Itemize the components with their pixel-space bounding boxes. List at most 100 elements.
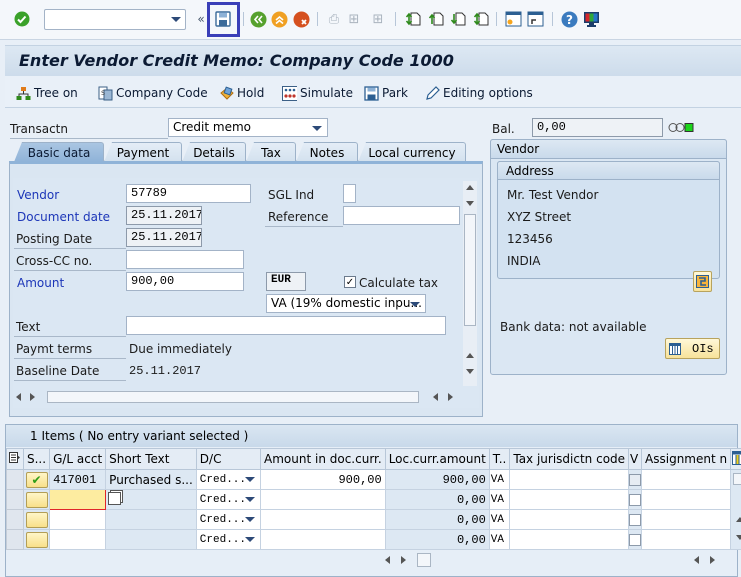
tax-jurisdiction-cell[interactable] — [509, 469, 630, 490]
column-header-tax-code[interactable]: T.. — [488, 448, 511, 470]
tab-tax[interactable]: Tax — [246, 142, 296, 162]
command-field[interactable] — [44, 9, 186, 30]
short-text-cell[interactable]: Purchased s... — [105, 469, 197, 490]
column-header-amount-doc[interactable]: Amount in doc.curr. — [260, 448, 386, 470]
vertical-scrollbar[interactable] — [463, 181, 477, 386]
select-all-icon[interactable] — [6, 448, 24, 470]
scroll-thumb[interactable] — [417, 553, 431, 567]
v-checkbox-cell[interactable] — [628, 509, 643, 530]
table-vertical-scrollbar[interactable] — [730, 469, 741, 550]
hold-button[interactable]: Hold — [219, 84, 264, 102]
gl-account-cell[interactable]: 417001 — [49, 469, 107, 490]
sgl-ind-field[interactable] — [343, 184, 356, 203]
debit-credit-select[interactable]: Cred... — [195, 509, 262, 530]
column-header-tax-jurisdiction[interactable]: Tax jurisdictn code — [509, 448, 630, 470]
tree-on-button[interactable]: Tree on — [16, 84, 78, 102]
debit-credit-select[interactable]: Cred... — [195, 489, 262, 510]
row-selector[interactable] — [6, 529, 24, 550]
scroll-left-icon[interactable] — [16, 393, 21, 401]
tab-notes[interactable]: Notes — [296, 142, 358, 162]
back-icon[interactable] — [249, 10, 267, 28]
assignment-cell[interactable] — [641, 509, 732, 530]
gl-account-cell[interactable] — [49, 509, 107, 530]
tax-code-cell[interactable]: VA — [488, 469, 511, 490]
tax-code-cell[interactable]: VA — [488, 529, 511, 550]
amount-doc-cell[interactable] — [260, 509, 386, 530]
debit-credit-select[interactable]: Cred... — [195, 469, 262, 490]
table-row[interactable]: Cred... 0,00 VA — [6, 529, 741, 550]
tax-jurisdiction-cell[interactable] — [509, 529, 630, 550]
v-checkbox-cell[interactable] — [628, 529, 643, 550]
column-header-status[interactable]: S... — [22, 448, 51, 470]
row-selector[interactable] — [6, 509, 24, 530]
park-button[interactable]: Park — [364, 84, 408, 102]
scroll-thumb[interactable] — [464, 214, 476, 326]
help-icon[interactable]: ? — [560, 10, 578, 28]
posting-date-field[interactable]: 25.11.2017 — [126, 228, 202, 247]
scroll-left-icon[interactable] — [433, 393, 438, 401]
chevron-down-icon[interactable] — [171, 17, 181, 22]
column-header-assignment[interactable]: Assignment n — [641, 448, 732, 470]
column-header-debit-credit[interactable]: D/C — [195, 448, 262, 470]
copy-icon[interactable] — [108, 491, 122, 505]
transaction-select[interactable]: Credit memo — [168, 118, 328, 137]
assignment-cell[interactable] — [641, 529, 732, 550]
column-settings-icon[interactable] — [730, 448, 741, 470]
reference-field[interactable] — [343, 206, 460, 225]
horizontal-scrollbar[interactable] — [13, 390, 462, 404]
tax-code-cell[interactable]: VA — [488, 509, 511, 530]
document-date-field[interactable]: 25.11.2017 — [126, 206, 202, 225]
short-text-cell[interactable] — [105, 489, 197, 510]
tab-local-currency[interactable]: Local currency — [358, 142, 466, 162]
editing-options-button[interactable]: Editing options — [425, 84, 533, 102]
table-row[interactable]: ✔ 417001 Purchased s... Cred... 900,00 9… — [6, 469, 741, 550]
checkbox[interactable] — [629, 533, 641, 546]
cancel-icon[interactable] — [292, 10, 310, 28]
gl-account-input[interactable] — [49, 489, 107, 510]
tab-payment[interactable]: Payment — [104, 142, 182, 162]
scroll-up-icon[interactable] — [466, 185, 474, 190]
create-shortcut-icon[interactable] — [526, 10, 544, 28]
table-row[interactable]: Cred... 0,00 VA — [6, 509, 741, 530]
scroll-right-icon[interactable] — [710, 556, 715, 564]
short-text-cell[interactable] — [105, 509, 197, 530]
debit-credit-select[interactable]: Cred... — [195, 529, 262, 550]
scroll-down-icon[interactable] — [466, 369, 474, 374]
currency-field[interactable]: EUR — [266, 272, 306, 291]
v-checkbox-cell[interactable] — [628, 469, 643, 490]
save-icon[interactable] — [214, 10, 232, 28]
vendor-display-button[interactable] — [693, 271, 712, 292]
table-horizontal-scrollbar[interactable] — [381, 552, 723, 568]
row-selector[interactable] — [6, 489, 24, 510]
scroll-left-icon[interactable] — [385, 556, 390, 564]
checkbox[interactable] — [629, 493, 641, 506]
company-code-button[interactable]: S Company Code — [98, 84, 208, 102]
amount-doc-cell[interactable] — [260, 489, 386, 510]
scroll-right-icon[interactable] — [401, 556, 406, 564]
scroll-up-icon[interactable] — [736, 516, 741, 522]
open-items-button[interactable]: OIs — [665, 338, 720, 359]
scroll-left-icon[interactable] — [694, 556, 699, 564]
v-checkbox-cell[interactable] — [628, 489, 643, 510]
tab-basic-data[interactable]: Basic data — [14, 142, 104, 162]
vendor-field[interactable]: 57789 — [126, 184, 251, 203]
amount-doc-cell[interactable] — [260, 529, 386, 550]
scroll-down-icon[interactable] — [736, 534, 741, 540]
tax-code-select[interactable]: VA (19% domestic inpu... — [266, 294, 426, 313]
tax-jurisdiction-cell[interactable] — [509, 509, 630, 530]
enter-icon[interactable] — [13, 10, 31, 28]
checkbox[interactable] — [629, 473, 641, 486]
status-cell[interactable] — [22, 489, 51, 510]
assignment-cell[interactable] — [641, 489, 732, 510]
amount-doc-cell[interactable]: 900,00 — [260, 469, 386, 490]
assignment-cell[interactable] — [641, 469, 732, 490]
tab-details[interactable]: Details — [182, 142, 246, 162]
scroll-right-icon[interactable] — [448, 393, 453, 401]
tax-code-cell[interactable]: VA — [488, 489, 511, 510]
amount-field[interactable]: 900,00 — [126, 272, 244, 291]
scroll-right-icon[interactable] — [30, 393, 35, 401]
new-session-icon[interactable] — [504, 10, 522, 28]
status-cell[interactable] — [22, 529, 51, 550]
row-selector[interactable] — [6, 469, 24, 490]
column-header-amount-local[interactable]: Loc.curr.amount — [384, 448, 490, 470]
